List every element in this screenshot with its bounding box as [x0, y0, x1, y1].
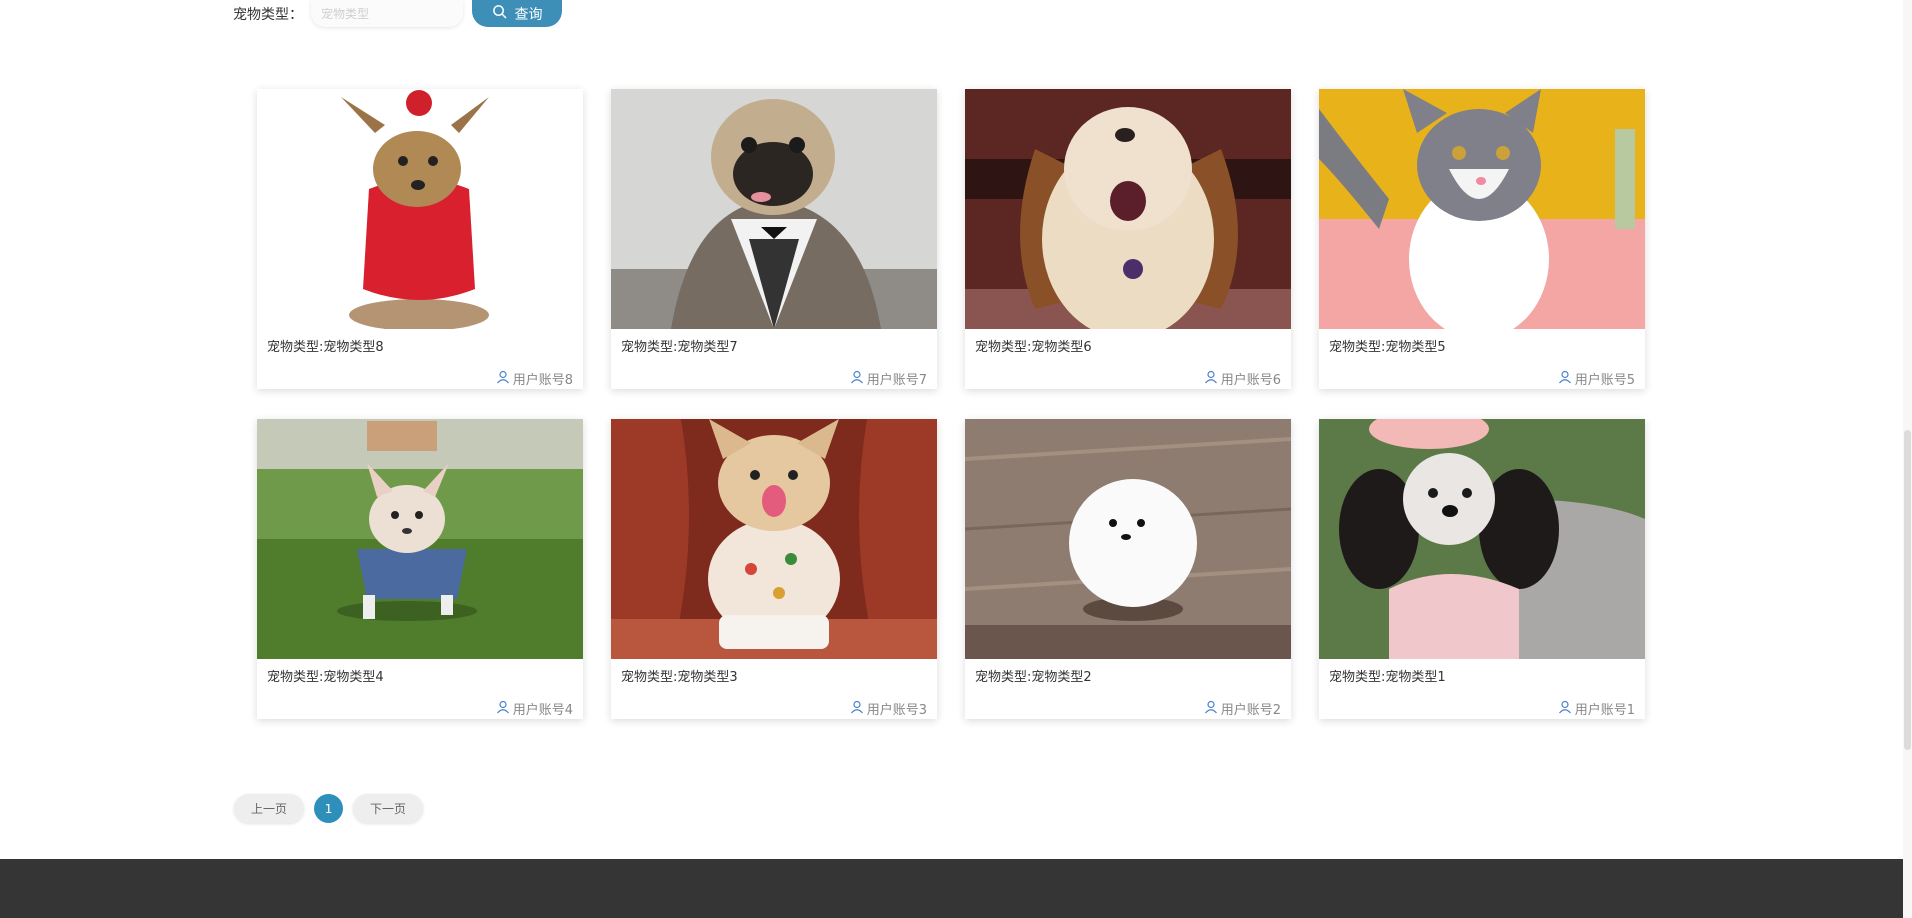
page-number-current[interactable]: 1: [314, 794, 344, 823]
pet-owner[interactable]: 用户账号7: [850, 369, 927, 388]
user-icon: [850, 700, 864, 718]
owner-account-label: 用户账号5: [1574, 373, 1635, 388]
pet-card[interactable]: 宠物类型:宠物类型5 用户账号5: [1319, 89, 1645, 389]
scrollbar-thumb[interactable]: [1904, 430, 1911, 750]
pet-card[interactable]: 宠物类型:宠物类型3 用户账号3: [611, 419, 937, 719]
pet-photo-corgi[interactable]: [611, 419, 937, 659]
owner-account-label: 用户账号6: [1220, 373, 1281, 388]
pet-type-search-input[interactable]: [311, 0, 463, 27]
pet-photo-kitten[interactable]: [1319, 89, 1645, 329]
user-icon: [850, 370, 864, 388]
pet-type-label: 宠物类型:宠物类型8: [267, 340, 384, 355]
pet-owner[interactable]: 用户账号1: [1558, 699, 1635, 718]
next-page-button[interactable]: 下一页: [353, 794, 424, 823]
pet-owner[interactable]: 用户账号5: [1558, 369, 1635, 388]
pet-photo-poodle[interactable]: [1319, 419, 1645, 659]
user-icon: [1558, 700, 1572, 718]
pet-card[interactable]: 宠物类型:宠物类型7 用户账号7: [611, 89, 937, 389]
pet-owner[interactable]: 用户账号2: [1204, 699, 1281, 718]
search-label: 宠物类型：: [233, 6, 303, 23]
owner-account-label: 用户账号4: [512, 703, 573, 718]
pet-owner[interactable]: 用户账号3: [850, 699, 927, 718]
pet-owner[interactable]: 用户账号4: [496, 699, 573, 718]
user-icon: [496, 700, 510, 718]
page-footer: [0, 859, 1903, 918]
owner-account-label: 用户账号7: [866, 373, 927, 388]
owner-account-label: 用户账号2: [1220, 703, 1281, 718]
search-bar: 宠物类型： 查询: [233, 0, 562, 27]
owner-account-label: 用户账号1: [1574, 703, 1635, 718]
user-icon: [1204, 700, 1218, 718]
pet-card[interactable]: 宠物类型:宠物类型6 用户账号6: [965, 89, 1291, 389]
pet-photo-pomeranian[interactable]: [965, 419, 1291, 659]
pet-photo-yorkshire-terrier[interactable]: [257, 89, 583, 329]
owner-account-label: 用户账号3: [866, 703, 927, 718]
pet-type-label: 宠物类型:宠物类型3: [621, 670, 738, 685]
pet-card[interactable]: 宠物类型:宠物类型2 用户账号2: [965, 419, 1291, 719]
pet-type-label: 宠物类型:宠物类型6: [975, 340, 1092, 355]
pet-type-label: 宠物类型:宠物类型4: [267, 670, 384, 685]
search-button-label: 查询: [514, 6, 543, 23]
pet-type-label: 宠物类型:宠物类型2: [975, 670, 1092, 685]
pet-owner[interactable]: 用户账号8: [496, 369, 573, 388]
page-scrollbar[interactable]: [1903, 0, 1912, 918]
prev-page-button[interactable]: 上一页: [234, 794, 305, 823]
pet-photo-shih-tzu[interactable]: [965, 89, 1291, 329]
pet-type-label: 宠物类型:宠物类型1: [1329, 670, 1446, 685]
user-icon: [1558, 370, 1572, 388]
pet-card[interactable]: 宠物类型:宠物类型8 用户账号8: [257, 89, 583, 389]
owner-account-label: 用户账号8: [512, 373, 573, 388]
pet-owner[interactable]: 用户账号6: [1204, 369, 1281, 388]
pet-photo-pug[interactable]: [611, 89, 937, 329]
user-icon: [1204, 370, 1218, 388]
pet-type-label: 宠物类型:宠物类型5: [1329, 340, 1446, 355]
pagination: 上一页 1 下一页: [234, 794, 424, 823]
search-button[interactable]: 查询: [472, 0, 562, 27]
pet-card[interactable]: 宠物类型:宠物类型4 用户账号4: [257, 419, 583, 719]
pet-type-label: 宠物类型:宠物类型7: [621, 340, 738, 355]
pet-card-grid: 宠物类型:宠物类型8 用户账号8 宠物类型:宠物类型7 用户账号7 宠物类型:宠…: [257, 89, 1645, 719]
pet-photo-french-bulldog[interactable]: [257, 419, 583, 659]
user-icon: [496, 370, 510, 388]
search-icon: [492, 4, 507, 23]
pet-card[interactable]: 宠物类型:宠物类型1 用户账号1: [1319, 419, 1645, 719]
